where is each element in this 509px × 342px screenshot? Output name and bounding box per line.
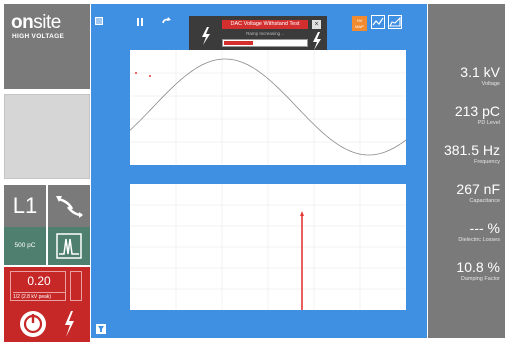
hv-line2: MAP bbox=[355, 24, 364, 29]
metric-pd-level: 213 pC PD Level bbox=[455, 103, 500, 126]
metric-name: Damping Factor bbox=[460, 276, 500, 282]
metric-name: Dielectric Losses bbox=[458, 237, 500, 243]
metric-name: Voltage bbox=[481, 81, 500, 87]
spectrum-icon bbox=[56, 233, 82, 259]
test-progress bbox=[222, 39, 308, 47]
pc-range-button[interactable]: 500 pC bbox=[4, 227, 46, 265]
lightning-icon bbox=[313, 32, 321, 50]
pd-event-dot bbox=[149, 75, 151, 77]
swap-arrows-icon bbox=[56, 196, 83, 218]
metric-name: PD Level bbox=[477, 120, 500, 126]
lightning-icon bbox=[65, 311, 74, 337]
metric-value: 267 nF bbox=[456, 181, 500, 197]
hv-map-button[interactable]: HV MAP bbox=[352, 16, 367, 31]
area-chart-icon[interactable] bbox=[388, 15, 402, 29]
metric-value: 3.1 kV bbox=[460, 64, 500, 80]
output-sub: 1/2 (2.8 kV peak) bbox=[13, 292, 65, 300]
power-icon[interactable] bbox=[18, 309, 48, 339]
rotate-icon[interactable] bbox=[162, 17, 171, 26]
close-icon[interactable]: × bbox=[312, 20, 321, 29]
left-panel: onsite HIGH VOLTAGE L1 500 pC 0.20 1/2 (… bbox=[4, 4, 90, 342]
metric-name: Capacitance bbox=[469, 198, 500, 204]
swap-button[interactable] bbox=[48, 185, 90, 227]
pd-event-dot bbox=[135, 72, 137, 74]
filter-icon[interactable] bbox=[96, 324, 106, 334]
metric-damping-factor: 10.8 % Damping Factor bbox=[456, 259, 500, 282]
empty-panel bbox=[4, 94, 90, 179]
metric-value: 10.8 % bbox=[456, 259, 500, 275]
brand-name-bold: on bbox=[11, 12, 34, 33]
metric-frequency: 381.5 Hz Frequency bbox=[444, 142, 500, 165]
test-title: DAC Voltage Withstand Test bbox=[222, 20, 308, 29]
channel-button[interactable]: L1 bbox=[4, 185, 46, 227]
metric-voltage: 3.1 kV Voltage bbox=[460, 64, 500, 87]
brand-logo: onsite HIGH VOLTAGE bbox=[4, 4, 90, 89]
pd-graph bbox=[130, 184, 406, 310]
metric-dielectric-losses: --- % Dielectric Losses bbox=[458, 220, 500, 243]
brand-subtitle: HIGH VOLTAGE bbox=[12, 33, 65, 40]
output-readout: 0.20 1/2 (2.8 kV peak) bbox=[10, 271, 66, 301]
brand-name: onsite bbox=[11, 12, 61, 34]
metric-value: --- % bbox=[469, 220, 500, 236]
pause-icon[interactable] bbox=[137, 18, 143, 26]
lightning-icon bbox=[202, 27, 210, 45]
spectrum-button[interactable] bbox=[48, 227, 90, 265]
test-status: Ramp Increasing .. bbox=[246, 31, 284, 36]
list-icon[interactable] bbox=[95, 17, 103, 25]
output-value: 0.20 bbox=[27, 274, 51, 288]
metric-value: 381.5 Hz bbox=[443, 142, 500, 158]
output-level-bar bbox=[70, 271, 82, 301]
metric-name: Frequency bbox=[474, 159, 500, 165]
app-root: onsite HIGH VOLTAGE L1 500 pC 0.20 1/2 (… bbox=[0, 0, 509, 342]
output-control: 0.20 1/2 (2.8 kV peak) bbox=[4, 267, 90, 342]
test-progress-fill bbox=[224, 41, 253, 45]
metric-value: 213 pC bbox=[454, 103, 500, 119]
pd-peak-marker bbox=[300, 211, 304, 216]
line-chart-icon[interactable] bbox=[371, 15, 385, 29]
graph-area: DAC Voltage Withstand Test × Ramp Increa… bbox=[91, 4, 427, 338]
waveform-graph bbox=[130, 50, 406, 165]
metric-capacitance: 267 nF Capacitance bbox=[456, 181, 500, 204]
metrics-panel: 3.1 kV Voltage 213 pC PD Level 381.5 Hz … bbox=[428, 4, 505, 338]
brand-name-light: site bbox=[33, 12, 61, 33]
